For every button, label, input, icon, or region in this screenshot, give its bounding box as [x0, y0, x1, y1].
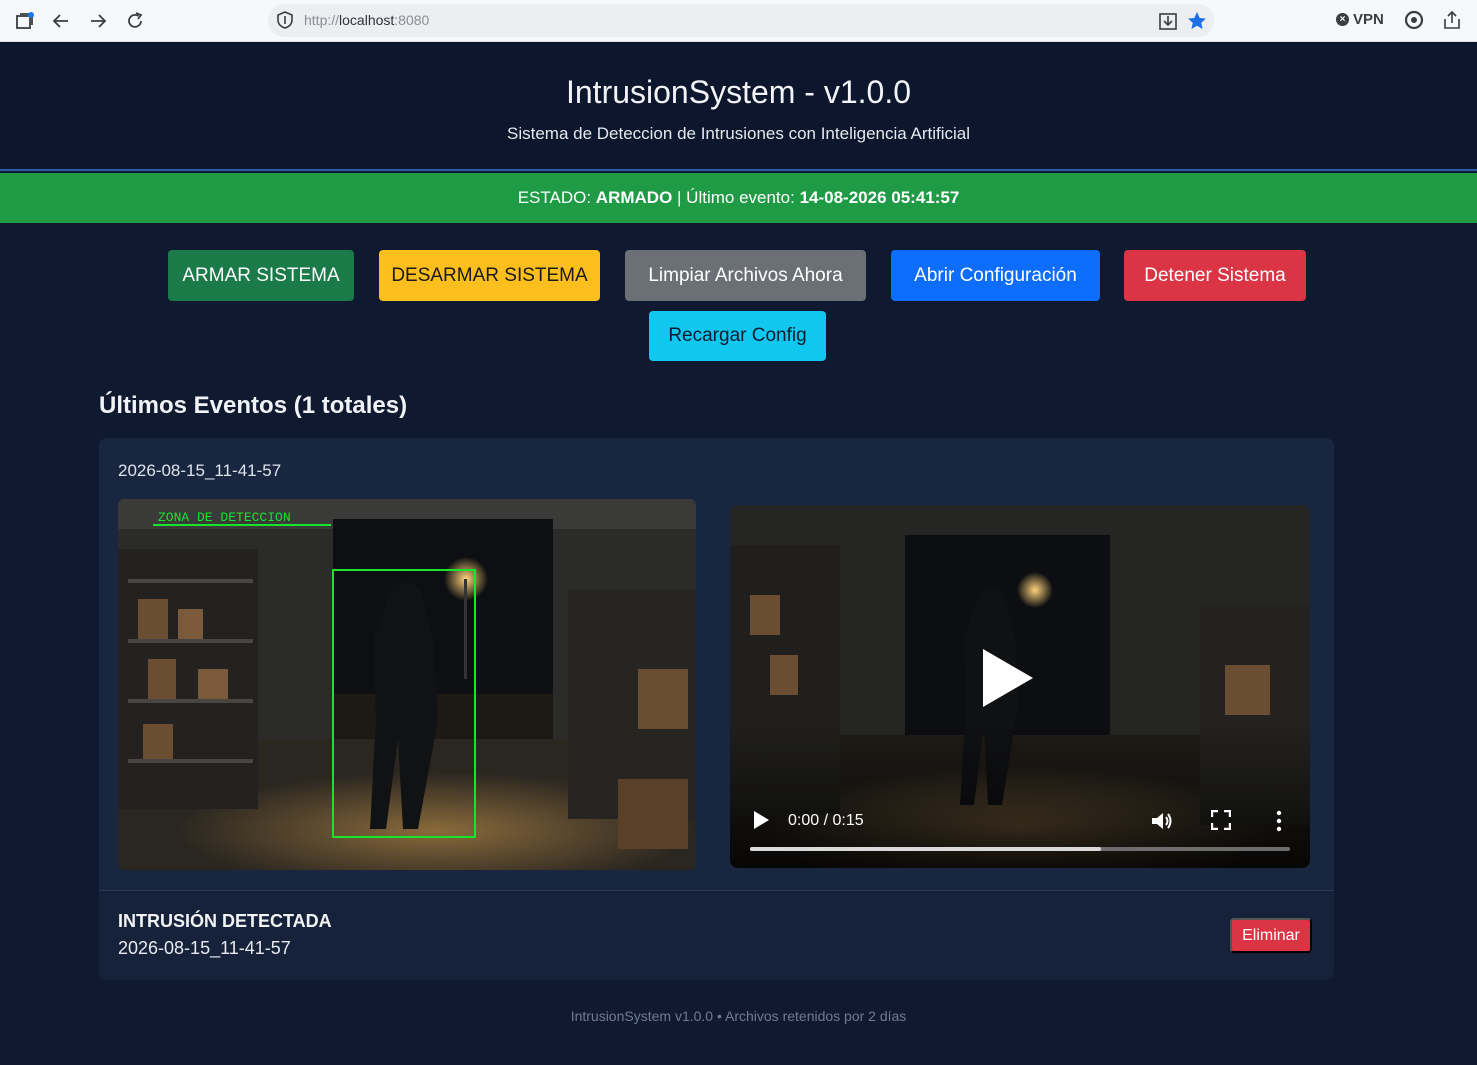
reload-config-button[interactable]: Recargar Config [649, 311, 826, 361]
status-label: ESTADO: [517, 188, 592, 207]
fullscreen-icon[interactable] [1211, 810, 1231, 830]
video-time: 0:00 / 0:15 [788, 812, 864, 829]
back-arrow-icon[interactable] [48, 8, 74, 34]
vpn-status-icon: × [1336, 13, 1349, 26]
video-controls: 0:00 / 0:15 [730, 788, 1310, 868]
app-header: IntrusionSystem - v1.0.0 Sistema de Dete… [0, 42, 1477, 171]
bookmark-star-icon[interactable] [1186, 10, 1208, 32]
events-heading: Últimos Eventos (1 totales) [99, 392, 408, 419]
vpn-button[interactable]: × VPN [1336, 11, 1384, 28]
status-bar: ESTADO: ARMADO | Último evento: 14-08-20… [0, 173, 1477, 223]
shield-icon[interactable] [276, 11, 294, 29]
save-to-device-icon[interactable] [1158, 11, 1178, 31]
volume-icon[interactable] [1150, 810, 1174, 832]
arm-system-button[interactable]: ARMAR SISTEMA [168, 250, 354, 301]
address-bar[interactable]: http://localhost:8080 [268, 4, 1214, 37]
event-snapshot-image[interactable]: ZONA DE DETECCION [118, 499, 696, 870]
status-state: ARMADO [595, 188, 673, 207]
page-footer: IntrusionSystem v1.0.0 • Archivos reteni… [570, 1008, 907, 1024]
last-event-value: 14-08-2026 05:41:57 [799, 188, 960, 207]
video-progress-track[interactable] [750, 847, 1290, 851]
vpn-label: VPN [1353, 11, 1384, 28]
page-subtitle: Sistema de Deteccion de Intrusiones con … [506, 124, 971, 143]
clean-files-button[interactable]: Limpiar Archivos Ahora [625, 250, 866, 301]
url-text[interactable]: http://localhost:8080 [304, 12, 429, 28]
event-video-player[interactable]: 0:00 / 0:15 [730, 505, 1310, 868]
event-card: 2026-08-15_11-41-57 ZONA DE DETECCION 0:… [99, 438, 1334, 980]
more-options-icon[interactable] [1275, 810, 1283, 832]
stop-system-button[interactable]: Detener Sistema [1124, 250, 1306, 301]
page-title: IntrusionSystem - v1.0.0 [565, 74, 912, 110]
browser-toolbar: http://localhost:8080 × VPN [0, 0, 1477, 42]
disarm-system-button[interactable]: DESARMAR SISTEMA [379, 250, 600, 301]
status-separator: | [672, 188, 687, 207]
event-card-footer: INTRUSIÓN DETECTADA 2026-08-15_11-41-57 … [99, 891, 1334, 980]
tabs-icon[interactable] [12, 8, 38, 34]
delete-event-button[interactable]: Eliminar [1230, 918, 1312, 953]
event-footer-timestamp: 2026-08-15_11-41-57 [118, 938, 291, 958]
forward-arrow-icon[interactable] [85, 8, 111, 34]
video-buffer-bar [750, 847, 1101, 851]
last-event-label: Último evento: [686, 188, 795, 207]
detection-zone-label: ZONA DE DETECCION [158, 510, 291, 525]
event-type: INTRUSIÓN DETECTADA [118, 911, 332, 931]
reload-icon[interactable] [122, 8, 148, 34]
event-timestamp: 2026-08-15_11-41-57 [118, 461, 282, 480]
share-icon[interactable] [1441, 9, 1463, 31]
play-icon[interactable] [752, 810, 770, 830]
open-config-button[interactable]: Abrir Configuración [891, 250, 1100, 301]
big-play-icon[interactable] [977, 645, 1037, 711]
extensions-icon[interactable] [1404, 10, 1424, 30]
